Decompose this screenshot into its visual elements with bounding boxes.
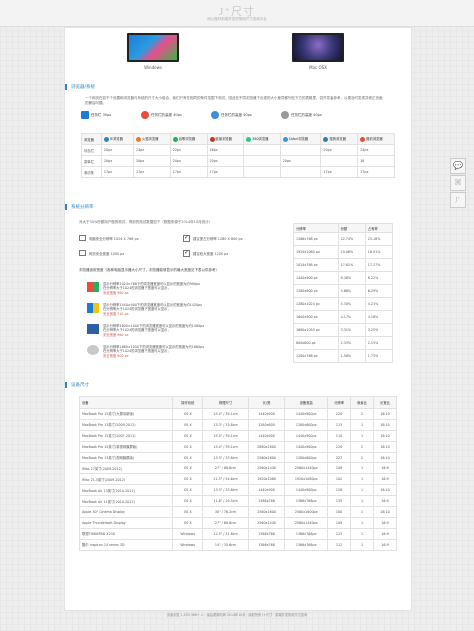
site-subtitle: 用心做好前端开发的常用尺寸查询平台 (207, 17, 267, 21)
windows-screen-icon (127, 33, 179, 62)
check-item: 网页安全宽度 1000 px (79, 250, 124, 256)
windows-flag-icon (211, 111, 219, 119)
table-row: 戴尔 Inspiron 14 series 3D Windows 14" / 35.… (78, 538, 398, 551)
chat-icon: 💬 (453, 161, 463, 170)
table-row: 1680x1050 px 3.31% 3.25% (293, 323, 394, 337)
360-browser-icon (246, 136, 252, 142)
table-header-cell: 欧朋浏览器 (206, 133, 245, 145)
table-row: 1440x900 px 8.38% 8.22% (293, 271, 394, 285)
home-button[interactable]: J⁺ (450, 192, 466, 208)
os-note: 显示分辨率1680×1050下的浏览器宽度可以显示的宽度为约1660px 在分辨率… (87, 345, 204, 358)
table-row: 1280x800 px 5.66% 6.29% (293, 284, 394, 298)
monitor-icon (79, 250, 86, 256)
firefox-icon (135, 136, 141, 142)
device-mac-label: Mac OSX (309, 65, 327, 70)
table-row: MacBook Air 11英寸(2010-2012) OS X 11.6" / 2… (78, 495, 398, 508)
windows-flag-icon (141, 111, 149, 119)
table-row: 1280x768 px 1.56% 1.73% (293, 349, 394, 363)
ie-icon (103, 136, 109, 142)
mac-screen-icon (292, 33, 344, 62)
table-row: Apple 30" Cinema Display OS X 30" / 76.2cm… (78, 506, 398, 518)
os-pill: 任务栏的高度 40px (211, 110, 252, 120)
opera-icon (209, 136, 215, 142)
table-header-cell: 搜狗浏览器 (320, 133, 359, 145)
table-row: iMac 27英寸(2009-2012) OS X 27" / 68.6cm 2560… (78, 462, 398, 475)
device-windows-label: Windows (144, 65, 162, 70)
table-row: 800x600 px 2.33% 2.15% (293, 336, 394, 350)
table-row: 1280x1024 px 4.30% 4.21% (293, 297, 394, 311)
table-row: 1600x900 px 4.17% 4.18% (293, 310, 394, 324)
os-pill: 任务栏的高度 40px (141, 110, 182, 120)
check-item: 建议宽左分辨率 1280 X 800 px (183, 234, 243, 242)
table-row: 联想THINKPAD X230 Windows 12.5" / 31.8cm 1366… (78, 527, 398, 540)
table-row: Apple Thunderbolt Display OS X 27" / 68.6c… (78, 516, 398, 529)
table-row: iMac 21.5英寸(2009-2012) OS X 21.5" / 54.6cm… (78, 473, 398, 486)
check-item: 建议较大宽度 1200 px (183, 249, 228, 257)
chrome-icon (172, 136, 178, 142)
sogou-icon (323, 136, 329, 142)
table-row: 状态栏 20px 24px 22px 26px 20px 24px (81, 144, 395, 156)
table-header-cell: IE浏览器 (100, 133, 134, 145)
page-footer: 页面浏览 1,450,366+ 人 · 最后更新时间 2014年10月 · 版权… (166, 613, 308, 617)
table-row: 1920x1080 px 19.06% 18.91% (293, 245, 394, 259)
device-windows[interactable]: Windows (127, 33, 179, 70)
table-header-cell: Safari浏览器 (279, 133, 322, 145)
device-size-table: 设备 操作系统 物理尺寸 长/宽 设备宽高 分辨率 像素比 长宽比 MacBook Pro 1… (78, 396, 398, 551)
table-row: 1366x768 px 22.74% 23.18% (293, 232, 394, 246)
os-note: 显示分辨率1600×1000下的浏览器宽度可以显示的宽度为约1580px 在分辨率… (87, 324, 204, 337)
os-note: 显示分辨率1024×768下的浏览器宽度可以显示的宽度为约990px 在分辨率大于… (87, 282, 200, 295)
os-note: 显示分辨率1440×900下的浏览器宽度可以显示的宽度为约1420px 在分辨率大… (87, 303, 202, 316)
share-icon: ⌘ (454, 178, 462, 187)
table-header-cell: 火狐浏览器 (132, 133, 171, 145)
apple-logo-icon (281, 111, 289, 119)
table-header-cell: 360浏览器 (243, 133, 281, 145)
table-row: MacBook Pro 15英寸(大屏诉新版) OS X 15.4" / 39.1c… (78, 408, 398, 420)
os-taskbar-row: 任务栏 30px 任务栏的高度 40px 任务栏的高度 40px 任务栏的高度 … (81, 110, 391, 124)
device-section-title: 设备尺寸 (65, 382, 89, 388)
table-header-cell: 猎豹浏览器 (357, 133, 395, 145)
logo-icon: J⁺ (455, 196, 461, 203)
share-button[interactable]: ⌘ (450, 175, 466, 191)
main-content: Windows Mac OSX 浏览器/系统 一个网页在若干个设置和浏览器与系统… (64, 27, 412, 611)
browser-size-table: 浏览器 IE浏览器 火狐浏览器 谷歌浏览器 欧朋浏览器 360浏览器 Safar… (81, 133, 395, 178)
safari-icon (282, 136, 288, 142)
windows-logo-icon (81, 111, 89, 119)
windows-7-logo-icon (87, 303, 99, 313)
checkmark-icon (183, 234, 190, 242)
table-row: 菜单栏 20px 20px 20px 20px 20px 16 (81, 155, 395, 167)
check-item: 电脑安全分辨率 1024 X 768 px (79, 235, 139, 241)
windows-xp-logo-icon (87, 282, 99, 292)
table-header-row: 设备 操作系统 物理尺寸 长/宽 设备宽高 分辨率 像素比 长宽比 (78, 396, 398, 409)
os-pill: 任务栏的高度 40px (281, 110, 322, 120)
table-row: MacBook Pro 13英寸(视网膜屏版) OS X 13.3" / 33.8c… (78, 451, 398, 464)
table-row: 1024x768 px 17.61% 17.17% (293, 258, 394, 272)
table-header-row: 分辨率 份额 占有率 (293, 223, 394, 233)
feedback-button[interactable]: 💬 (450, 158, 466, 174)
resolution-section-desc: 对大于30%份额用户做的测试，得到的测试数据如下（数据来源于2014年10月统计… (79, 220, 213, 224)
resolution-section-title: 系统分辨率 (65, 204, 94, 210)
browser-section-title: 浏览器/系统 (65, 84, 95, 90)
table-row: 滚动条 17px 17px 17px 17px 17px 17px (81, 166, 395, 178)
device-mac[interactable]: Mac OSX (292, 33, 344, 70)
table-header-cell: 谷歌浏览器 (169, 133, 208, 145)
table-row: MacBook Air 13英寸(2010-2012) OS X 13.3" / 3… (78, 484, 398, 497)
browser-width-note: 浏览器适用宽度（各种电脑显示器大小尺寸，浏览器能够显示的最大宽度见下表以供参考） (79, 268, 219, 272)
table-header-cell: 浏览器 (81, 133, 102, 145)
browser-section-desc: 一个网页在若干个设置和浏览器与系统的尺寸大小组合，我们只有在相同的条件范围下测试… (85, 96, 383, 105)
checkmark-icon (183, 249, 190, 257)
apple-logo-icon (87, 345, 99, 355)
table-row: MacBook Pro 13英寸(2009-2012) OS X 13.3" / 3… (78, 418, 398, 431)
liebao-icon (360, 136, 366, 142)
table-row: MacBook Pro 15英寸(2007-2011) OS X 15.4" / 3… (78, 429, 398, 442)
windows-8-logo-icon (87, 324, 99, 334)
resolution-share-table: 分辨率 份额 占有率 1366x768 px 22.74% 23.18% 1920x10… (293, 223, 394, 363)
table-row: MacBook Pro 15英寸(新视网膜屏版) OS X 15.4" / 39.1… (78, 440, 398, 453)
monitor-icon (79, 235, 86, 241)
table-header-row: 浏览器 IE浏览器 火狐浏览器 谷歌浏览器 欧朋浏览器 360浏览器 Safar… (81, 133, 395, 145)
os-pill: 任务栏 30px (81, 110, 111, 120)
